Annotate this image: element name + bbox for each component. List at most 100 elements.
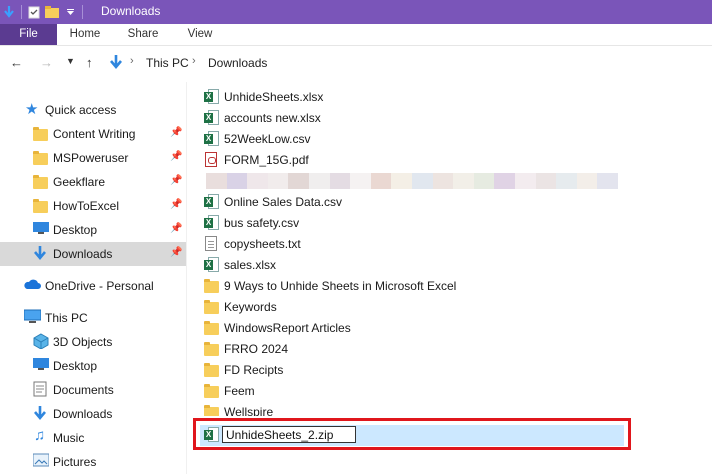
list-item[interactable]: X accounts new.xlsx — [200, 108, 640, 129]
nav-label: Pictures — [53, 455, 97, 469]
nav-item-mspoweruser[interactable]: MSPoweruser 📌 — [0, 146, 186, 170]
nav-item-documents[interactable]: Documents — [0, 378, 186, 402]
folder-icon — [204, 320, 220, 337]
nav-item-pictures[interactable]: Pictures — [0, 450, 186, 474]
nav-label: This PC — [45, 311, 88, 325]
folder-icon — [204, 299, 220, 316]
nav-item-geekflare[interactable]: Geekflare 📌 — [0, 170, 186, 194]
pin-icon[interactable]: 📌 — [170, 223, 182, 234]
back-arrow-icon[interactable]: ← — [10, 55, 23, 70]
nav-item-howtoexcel[interactable]: HowToExcel 📌 — [0, 194, 186, 218]
list-item[interactable]: Wellspire — [200, 402, 640, 416]
cloud-icon — [23, 278, 41, 296]
file-name: FORM_15G.pdf — [224, 153, 309, 167]
nav-this-pc[interactable]: This PC — [0, 306, 186, 330]
excel-icon: X — [204, 131, 220, 148]
list-item[interactable]: X sales.xlsx — [200, 255, 640, 276]
navigation-pane: ★ Quick access Content Writing 📌 MSPower… — [0, 82, 186, 474]
tab-file[interactable]: File — [0, 24, 57, 45]
folder-icon — [204, 404, 220, 416]
new-folder-icon[interactable] — [43, 0, 61, 24]
ribbon-tabs: File Home Share View — [0, 24, 712, 46]
pin-icon[interactable]: 📌 — [170, 127, 182, 138]
cube-icon — [33, 333, 49, 351]
title-separator — [82, 5, 83, 19]
list-item[interactable]: X bus safety.csv — [200, 213, 640, 234]
breadcrumb-downloads[interactable]: Downloads — [208, 56, 267, 70]
list-item[interactable]: Keywords — [200, 297, 640, 318]
list-item[interactable]: X UnhideSheets.xlsx — [200, 87, 640, 108]
tab-share[interactable]: Share — [118, 24, 168, 45]
nav-item-desktop[interactable]: Desktop — [0, 354, 186, 378]
folder-icon — [33, 197, 49, 215]
folder-icon — [33, 173, 49, 191]
pin-icon[interactable]: 📌 — [170, 247, 182, 258]
nav-item-desktop-pinned[interactable]: Desktop 📌 — [0, 218, 186, 242]
list-item[interactable]: FD Recipts — [200, 360, 640, 381]
nav-item-downloads[interactable]: Downloads — [0, 402, 186, 426]
nav-label: HowToExcel — [53, 199, 120, 213]
nav-item-content-writing[interactable]: Content Writing 📌 — [0, 122, 186, 146]
download-arrow-icon[interactable] — [0, 0, 18, 24]
nav-item-3d-objects[interactable]: 3D Objects — [0, 330, 186, 354]
title-separator — [21, 5, 22, 19]
list-item[interactable]: FRRO 2024 — [200, 339, 640, 360]
file-name: Keywords — [224, 300, 277, 314]
folder-icon — [204, 278, 220, 295]
nav-item-downloads-pinned[interactable]: Downloads 📌 — [0, 242, 186, 266]
list-item[interactable]: copysheets.txt — [200, 234, 640, 255]
nav-quick-access[interactable]: ★ Quick access — [0, 98, 186, 122]
file-name: copysheets.txt — [224, 237, 301, 251]
excel-icon: X — [204, 257, 220, 274]
nav-item-music[interactable]: ♫ Music — [0, 426, 186, 450]
pin-icon[interactable]: 📌 — [170, 151, 182, 162]
list-item[interactable]: FORM_15G.pdf — [200, 150, 640, 171]
tab-view[interactable]: View — [176, 24, 224, 45]
file-name: Wellspire — [224, 405, 274, 416]
nav-label: Content Writing — [53, 127, 136, 141]
downloads-location-icon — [109, 54, 123, 73]
desktop-icon — [33, 221, 49, 239]
annotation-highlight-box — [193, 418, 631, 450]
window-title: Downloads — [101, 4, 161, 18]
properties-icon[interactable] — [25, 0, 43, 24]
download-arrow-icon — [33, 245, 49, 263]
file-name: FD Recipts — [224, 363, 284, 377]
nav-label: Desktop — [53, 223, 98, 237]
file-name: 52WeekLow.csv — [224, 132, 311, 146]
breadcrumb-this-pc[interactable]: This PC — [146, 56, 189, 70]
nav-label: MSPoweruser — [53, 151, 129, 165]
music-note-icon: ♫ — [34, 427, 46, 444]
file-list: X UnhideSheets.xlsx X accounts new.xlsx … — [200, 87, 712, 474]
breadcrumb-separator-icon: › — [192, 55, 196, 67]
blurred-item — [200, 171, 640, 192]
address-bar[interactable]: › This PC › Downloads — [106, 52, 712, 74]
breadcrumb-separator-icon: › — [130, 55, 134, 67]
nav-label: Quick access — [45, 103, 117, 117]
nav-label: Desktop — [53, 359, 98, 373]
download-arrow-icon — [33, 405, 49, 423]
folder-icon — [204, 341, 220, 358]
nav-onedrive[interactable]: OneDrive - Personal — [0, 274, 186, 298]
tab-home[interactable]: Home — [60, 24, 110, 45]
list-item[interactable]: X 52WeekLow.csv — [200, 129, 640, 150]
forward-arrow-icon[interactable]: → — [40, 55, 53, 70]
navigation-bar: ← → ▼ ↑ › This PC › Downloads — [0, 46, 712, 80]
file-name: 9 Ways to Unhide Sheets in Microsoft Exc… — [224, 279, 457, 293]
list-item[interactable]: WindowsReport Articles — [200, 318, 640, 339]
pin-icon[interactable]: 📌 — [170, 199, 182, 210]
list-item[interactable]: X Online Sales Data.csv — [200, 192, 640, 213]
list-item[interactable]: 9 Ways to Unhide Sheets in Microsoft Exc… — [200, 276, 640, 297]
text-file-icon — [204, 236, 220, 253]
recent-locations-icon[interactable]: ▼ — [66, 56, 75, 66]
up-arrow-icon[interactable]: ↑ — [86, 55, 93, 70]
nav-label: Downloads — [53, 247, 113, 261]
customize-toolbar-icon[interactable] — [61, 0, 79, 24]
documents-icon — [33, 381, 49, 399]
nav-label: Music — [53, 431, 85, 445]
file-name: bus safety.csv — [224, 216, 300, 230]
pin-icon[interactable]: 📌 — [170, 175, 182, 186]
file-name: sales.xlsx — [224, 258, 277, 272]
list-item[interactable]: Feem — [200, 381, 640, 402]
computer-icon — [23, 309, 42, 327]
